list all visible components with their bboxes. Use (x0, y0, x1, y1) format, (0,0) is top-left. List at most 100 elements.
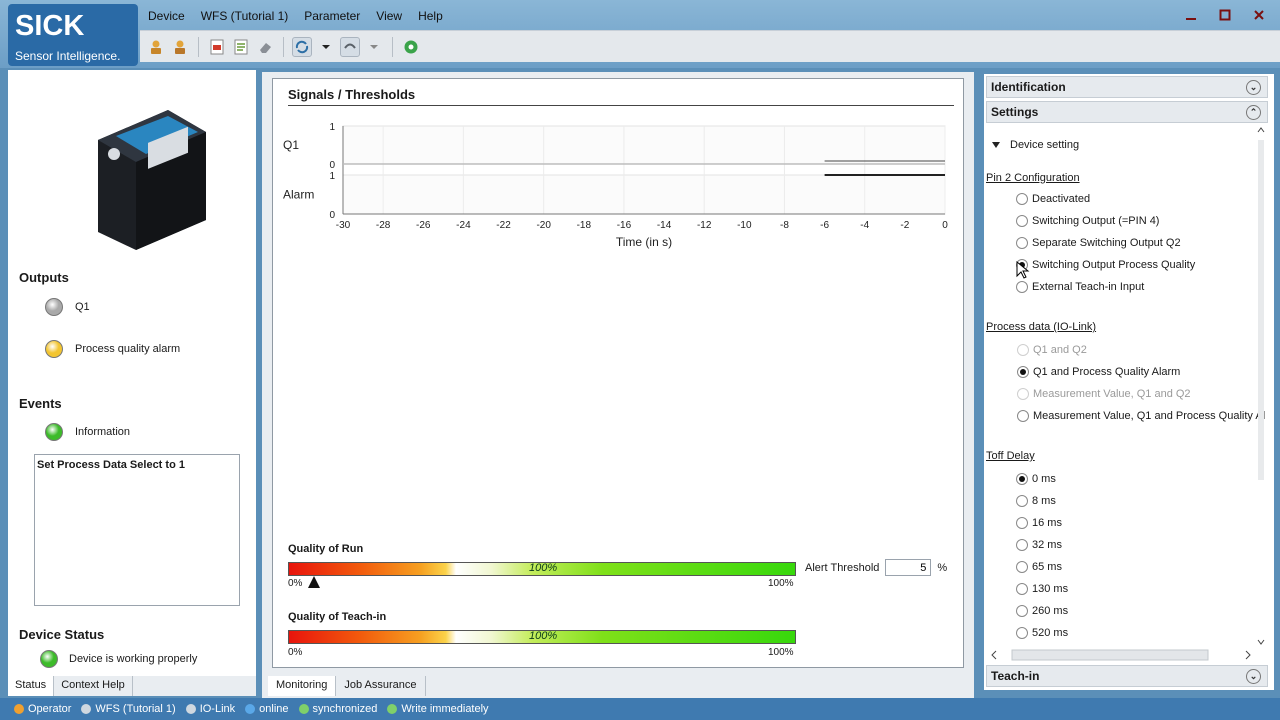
radio-button[interactable] (1016, 627, 1028, 639)
outputs-title: Outputs (19, 270, 69, 285)
monitoring-panel: Signals / Thresholds Q1 0 1 Alarm 0 1 -30 -28 -2… (262, 72, 974, 698)
radio-button[interactable] (1017, 410, 1029, 422)
brand-name: SICK (15, 10, 85, 42)
process-data-option[interactable]: Q1 and Process Quality Alarm (1017, 366, 1180, 378)
radio-button[interactable] (1016, 281, 1028, 293)
expand-icon[interactable]: ⌄ (1246, 80, 1261, 95)
menu-parameter[interactable]: Parameter (296, 6, 368, 26)
triangle-down-icon[interactable] (991, 141, 1001, 149)
radio-button[interactable] (1016, 215, 1028, 227)
chevron-down-icon (370, 44, 378, 49)
vertical-scrollbar[interactable] (1256, 126, 1266, 646)
toff-delay-option[interactable]: 520 ms (1016, 627, 1068, 639)
pin2-option-label: Separate Switching Output Q2 (1032, 237, 1181, 249)
toff-delay-option[interactable]: 65 ms (1016, 561, 1062, 573)
plot-area (342, 174, 946, 215)
tab-job-assurance[interactable]: Job Assurance (336, 676, 426, 696)
status-item: online (245, 703, 289, 715)
process-data-option-label: Measurement Value, Q1 and Process Qualit… (1033, 410, 1266, 422)
toff-delay-option[interactable]: 8 ms (1016, 495, 1056, 507)
close-button[interactable] (1244, 4, 1274, 26)
toff-delay-option[interactable]: 130 ms (1016, 583, 1068, 595)
toff-delay-option[interactable]: 32 ms (1016, 539, 1062, 551)
tab-context-help[interactable]: Context Help (54, 676, 133, 696)
document-button[interactable] (231, 37, 251, 57)
radio-button[interactable] (1016, 517, 1028, 529)
events-title: Events (19, 396, 62, 411)
toff-delay-option-label: 520 ms (1032, 627, 1069, 639)
quality-of-run-title: Quality of Run (288, 543, 364, 555)
identification-label: Identification (991, 80, 1066, 94)
toff-delay-option-label: 32 ms (1032, 539, 1062, 551)
help-icon (404, 40, 418, 53)
user-login-button[interactable] (146, 37, 166, 57)
menu-view[interactable]: View (368, 6, 410, 26)
user-logout-button[interactable] (170, 37, 190, 57)
process-data-option-label: Q1 and Process Quality Alarm (1033, 366, 1181, 378)
export-pdf-button[interactable] (207, 37, 227, 57)
sync-icon (295, 40, 309, 53)
settings-body: Device setting Pin 2 Configuration Deact… (984, 134, 1274, 654)
collapse-icon[interactable]: ⌃ (1246, 105, 1261, 120)
alert-threshold-input[interactable] (885, 559, 932, 576)
series-label-q1: Q1 (283, 138, 299, 152)
x-tick-label: -26 (416, 220, 431, 231)
menu-help[interactable]: Help (410, 6, 451, 26)
toff-delay-option[interactable]: 16 ms (1016, 517, 1062, 529)
toolbar-separator (283, 36, 284, 57)
radio-button[interactable] (1016, 193, 1028, 205)
threshold-marker-icon[interactable] (307, 576, 321, 588)
sync-button[interactable] (292, 36, 312, 57)
pin2-option-label: Switching Output (=PIN 4) (1032, 215, 1160, 227)
sensor-device-image (98, 110, 206, 250)
mouse-cursor-icon (1016, 261, 1030, 279)
teachin-header[interactable]: Teach-in ⌄ (986, 665, 1268, 687)
quality-of-teach-min: 0% (288, 647, 303, 658)
help-button[interactable] (401, 37, 421, 57)
settings-header[interactable]: Settings ⌃ (986, 101, 1268, 123)
maximize-button[interactable] (1210, 4, 1240, 26)
horizontal-scrollbar[interactable] (988, 648, 1260, 662)
radio-button[interactable] (1016, 495, 1028, 507)
sick-logo: SICK Sensor Intelligence. (8, 4, 138, 66)
radio-button[interactable] (1016, 237, 1028, 249)
minimize-button[interactable] (1176, 4, 1206, 26)
process-data-option-label: Q1 and Q2 (1033, 344, 1087, 356)
menu-wfs[interactable]: WFS (Tutorial 1) (193, 6, 297, 26)
x-tick-label: -20 (536, 220, 551, 231)
scroll-left-icon (991, 650, 997, 660)
y-tick-label: 1 (329, 122, 335, 133)
x-tick-label: -6 (820, 220, 829, 231)
tab-monitoring[interactable]: Monitoring (268, 676, 337, 696)
link-dropdown-button[interactable] (364, 37, 384, 57)
radio-button[interactable] (1017, 366, 1029, 378)
pin2-option[interactable]: Deactivated (1016, 193, 1090, 205)
menu-device[interactable]: Device (140, 6, 193, 26)
toff-delay-option-label: 0 ms (1032, 473, 1056, 485)
erase-button[interactable] (255, 37, 275, 57)
expand-icon[interactable]: ⌄ (1246, 669, 1261, 684)
pin2-option[interactable]: Separate Switching Output Q2 (1016, 237, 1181, 249)
signals-chart: Q101Alarm01-30 -28 -26 -24 -22 -20 -18 -16 -14 -1… (283, 122, 948, 249)
tab-status[interactable]: Status (8, 676, 55, 696)
radio-button[interactable] (1016, 539, 1028, 551)
process-data-option[interactable]: Measurement Value, Q1 and Process Qualit… (1017, 410, 1265, 422)
event-message-box[interactable]: Set Process Data Select to 1 (34, 454, 240, 606)
sync-dropdown-button[interactable] (316, 37, 336, 57)
chart-grid (342, 125, 946, 215)
toff-delay-option-label: 16 ms (1032, 517, 1062, 529)
radio-button[interactable] (1016, 561, 1028, 573)
pin2-option[interactable]: Switching Output Process Quality (1016, 259, 1195, 271)
link-button[interactable] (340, 36, 360, 57)
toff-delay-option[interactable]: 260 ms (1016, 605, 1068, 617)
radio-button[interactable] (1016, 473, 1028, 485)
pin2-option[interactable]: External Teach-in Input (1016, 281, 1144, 293)
identification-header[interactable]: Identification ⌄ (986, 76, 1268, 98)
radio-button[interactable] (1016, 583, 1028, 595)
event-message-text: Set Process Data Select to 1 (37, 459, 185, 471)
status-label: online (259, 703, 289, 715)
radio-button[interactable] (1016, 605, 1028, 617)
toff-delay-option[interactable]: 0 ms (1016, 473, 1056, 485)
pin2-option[interactable]: Switching Output (=PIN 4) (1016, 215, 1159, 227)
signals-thresholds-box: Signals / Thresholds Q1 0 1 Alarm 0 1 -30 -28 -2… (272, 78, 964, 668)
